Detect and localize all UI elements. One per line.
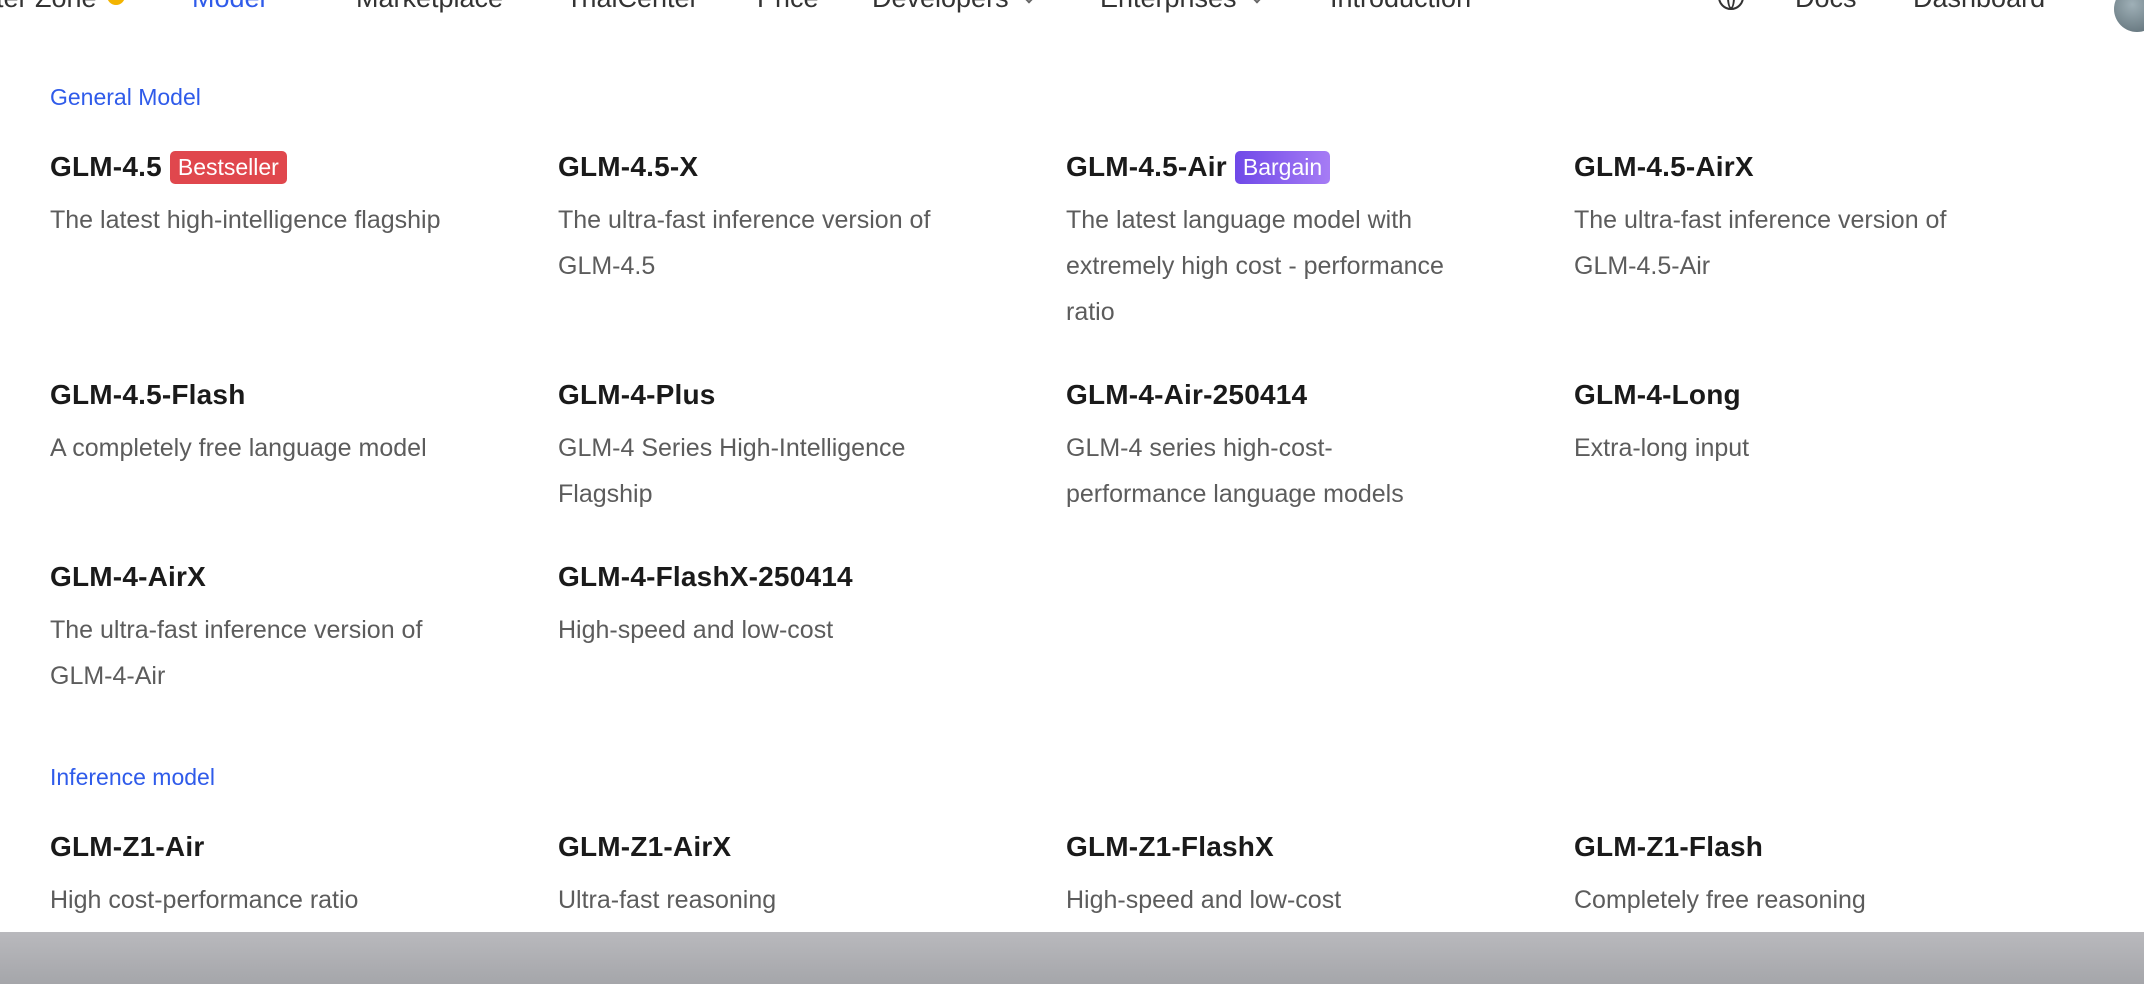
nav-label: Model <box>192 0 266 13</box>
dashboard-link[interactable]: Dashboard <box>1913 0 2045 14</box>
nav-item-enterprises[interactable]: Enterprises <box>1100 0 1266 14</box>
nav-item-developer-zone[interactable]: ter Zone <box>0 0 125 14</box>
section-title-inference-model: Inference model <box>50 764 215 790</box>
model-description: The latest language model with extremely… <box>1066 206 1444 326</box>
model-name: GLM-4.5-Flash <box>50 379 246 410</box>
model-card-glm-4-air-250414[interactable]: GLM-4-Air-250414 GLM-4 series high-cost-… <box>1066 375 1466 517</box>
nav-item-introduction[interactable]: Introduction <box>1330 0 1471 14</box>
model-description: The latest high-intelligence flagship <box>50 206 441 234</box>
chevron-down-icon <box>1020 0 1038 4</box>
model-card-glm-4-long[interactable]: GLM-4-Long Extra-long input <box>1574 375 1974 471</box>
model-description: GLM-4 series high-cost-performance langu… <box>1066 434 1404 508</box>
dashboard-label: Dashboard <box>1913 0 2045 13</box>
model-description: The ultra-fast inference version of GLM-… <box>1574 206 1947 280</box>
model-name: GLM-Z1-Air <box>50 831 205 862</box>
model-name: GLM-4.5-X <box>558 151 699 182</box>
sparkle-icon <box>106 0 125 5</box>
bargain-badge: Bargain <box>1234 150 1331 184</box>
model-card-glm-4-5[interactable]: GLM-4.5 Bestseller The latest high-intel… <box>50 147 450 243</box>
model-name: GLM-Z1-Flash <box>1574 831 1764 862</box>
section-title-general-model: General Model <box>50 84 201 110</box>
docs-label: Docs <box>1795 0 1857 13</box>
model-description: High cost-performance ratio <box>50 886 359 914</box>
model-name: GLM-4-FlashX-250414 <box>558 561 853 592</box>
model-description: Completely free reasoning <box>1574 886 1866 914</box>
model-name: GLM-Z1-FlashX <box>1066 831 1274 862</box>
nav-item-price[interactable]: Price <box>757 0 819 14</box>
nav-label: TrialCenter <box>566 0 699 13</box>
model-description: The ultra-fast inference version of GLM-… <box>558 206 931 280</box>
model-name: GLM-Z1-AirX <box>558 831 732 862</box>
model-description: High-speed and low-cost <box>558 616 834 644</box>
model-name: GLM-4-Air-250414 <box>1066 379 1308 410</box>
model-card-glm-4-5-flash[interactable]: GLM-4.5-Flash A completely free language… <box>50 375 450 471</box>
nav-label: ter Zone <box>0 0 97 13</box>
model-description: A completely free language model <box>50 434 427 462</box>
model-name: GLM-4.5-Air <box>1066 151 1227 182</box>
nav-label: Enterprises <box>1100 0 1237 13</box>
model-card-glm-4-airx[interactable]: GLM-4-AirX The ultra-fast inference vers… <box>50 557 450 699</box>
chevron-down-icon <box>1248 0 1266 4</box>
model-description: High-speed and low-cost <box>1066 886 1342 914</box>
model-description: Ultra-fast reasoning <box>558 886 777 914</box>
nav-label: Price <box>757 0 819 13</box>
docs-link[interactable]: Docs <box>1795 0 1857 14</box>
nav-label: Developers <box>872 0 1009 13</box>
model-card-glm-z1-flashx[interactable]: GLM-Z1-FlashX High-speed and low-cost <box>1066 827 1466 923</box>
model-description: The ultra-fast inference version of GLM-… <box>50 616 423 690</box>
model-card-glm-z1-air[interactable]: GLM-Z1-Air High cost-performance ratio <box>50 827 450 923</box>
nav-item-developers[interactable]: Developers <box>872 0 1038 14</box>
model-card-glm-4-5-airx[interactable]: GLM-4.5-AirX The ultra-fast inference ve… <box>1574 147 1974 289</box>
top-navigation: ter Zone Model Marketplace TrialCenter P… <box>0 0 2144 14</box>
model-name: GLM-4-Plus <box>558 379 716 410</box>
model-card-glm-4-5-air[interactable]: GLM-4.5-Air Bargain The latest language … <box>1066 147 1466 335</box>
model-description: Extra-long input <box>1574 434 1750 462</box>
nav-item-marketplace[interactable]: Marketplace <box>356 0 503 14</box>
avatar[interactable] <box>2114 0 2144 32</box>
model-card-glm-4-5-x[interactable]: GLM-4.5-X The ultra-fast inference versi… <box>558 147 958 289</box>
globe-icon[interactable] <box>1718 0 1744 10</box>
model-card-glm-4-plus[interactable]: GLM-4-Plus GLM-4 Series High-Intelligenc… <box>558 375 958 517</box>
model-name: GLM-4.5-AirX <box>1574 151 1754 182</box>
background-overlay <box>0 932 2144 984</box>
nav-label: Introduction <box>1330 0 1471 13</box>
model-name: GLM-4-Long <box>1574 379 1741 410</box>
nav-label: Marketplace <box>356 0 503 13</box>
bestseller-badge: Bestseller <box>169 150 287 184</box>
model-description: GLM-4 Series High-Intelligence Flagship <box>558 434 906 508</box>
model-card-glm-z1-flash[interactable]: GLM-Z1-Flash Completely free reasoning <box>1574 827 1974 923</box>
nav-item-model[interactable]: Model <box>192 0 266 14</box>
model-name: GLM-4-AirX <box>50 561 206 592</box>
model-card-glm-z1-airx[interactable]: GLM-Z1-AirX Ultra-fast reasoning <box>558 827 958 923</box>
model-card-glm-4-flashx-250414[interactable]: GLM-4-FlashX-250414 High-speed and low-c… <box>558 557 958 653</box>
nav-item-trialcenter[interactable]: TrialCenter <box>566 0 699 14</box>
model-name: GLM-4.5 <box>50 151 162 182</box>
